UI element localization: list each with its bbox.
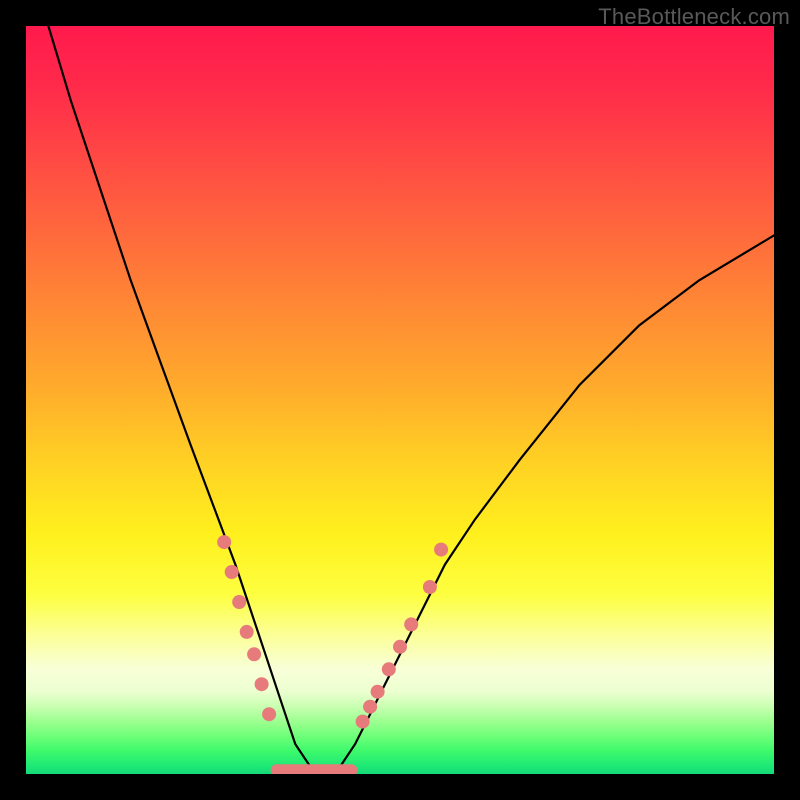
curve-marker: [404, 617, 418, 631]
curve-marker: [262, 707, 276, 721]
curve-marker: [225, 565, 239, 579]
bottleneck-curve: [48, 26, 774, 774]
curve-marker: [423, 580, 437, 594]
right-branch-markers: [356, 543, 449, 729]
curve-marker: [247, 647, 261, 661]
curve-marker: [232, 595, 246, 609]
chart-svg: [26, 26, 774, 774]
curve-marker: [255, 677, 269, 691]
curve-marker: [393, 640, 407, 654]
left-branch-markers: [217, 535, 276, 721]
curve-marker: [363, 700, 377, 714]
chart-frame: TheBottleneck.com: [0, 0, 800, 800]
curve-marker: [434, 543, 448, 557]
curve-marker: [371, 685, 385, 699]
plot-area: [26, 26, 774, 774]
curve-marker: [382, 662, 396, 676]
watermark-text: TheBottleneck.com: [598, 4, 790, 30]
curve-marker: [240, 625, 254, 639]
curve-marker: [356, 715, 370, 729]
curve-marker: [217, 535, 231, 549]
